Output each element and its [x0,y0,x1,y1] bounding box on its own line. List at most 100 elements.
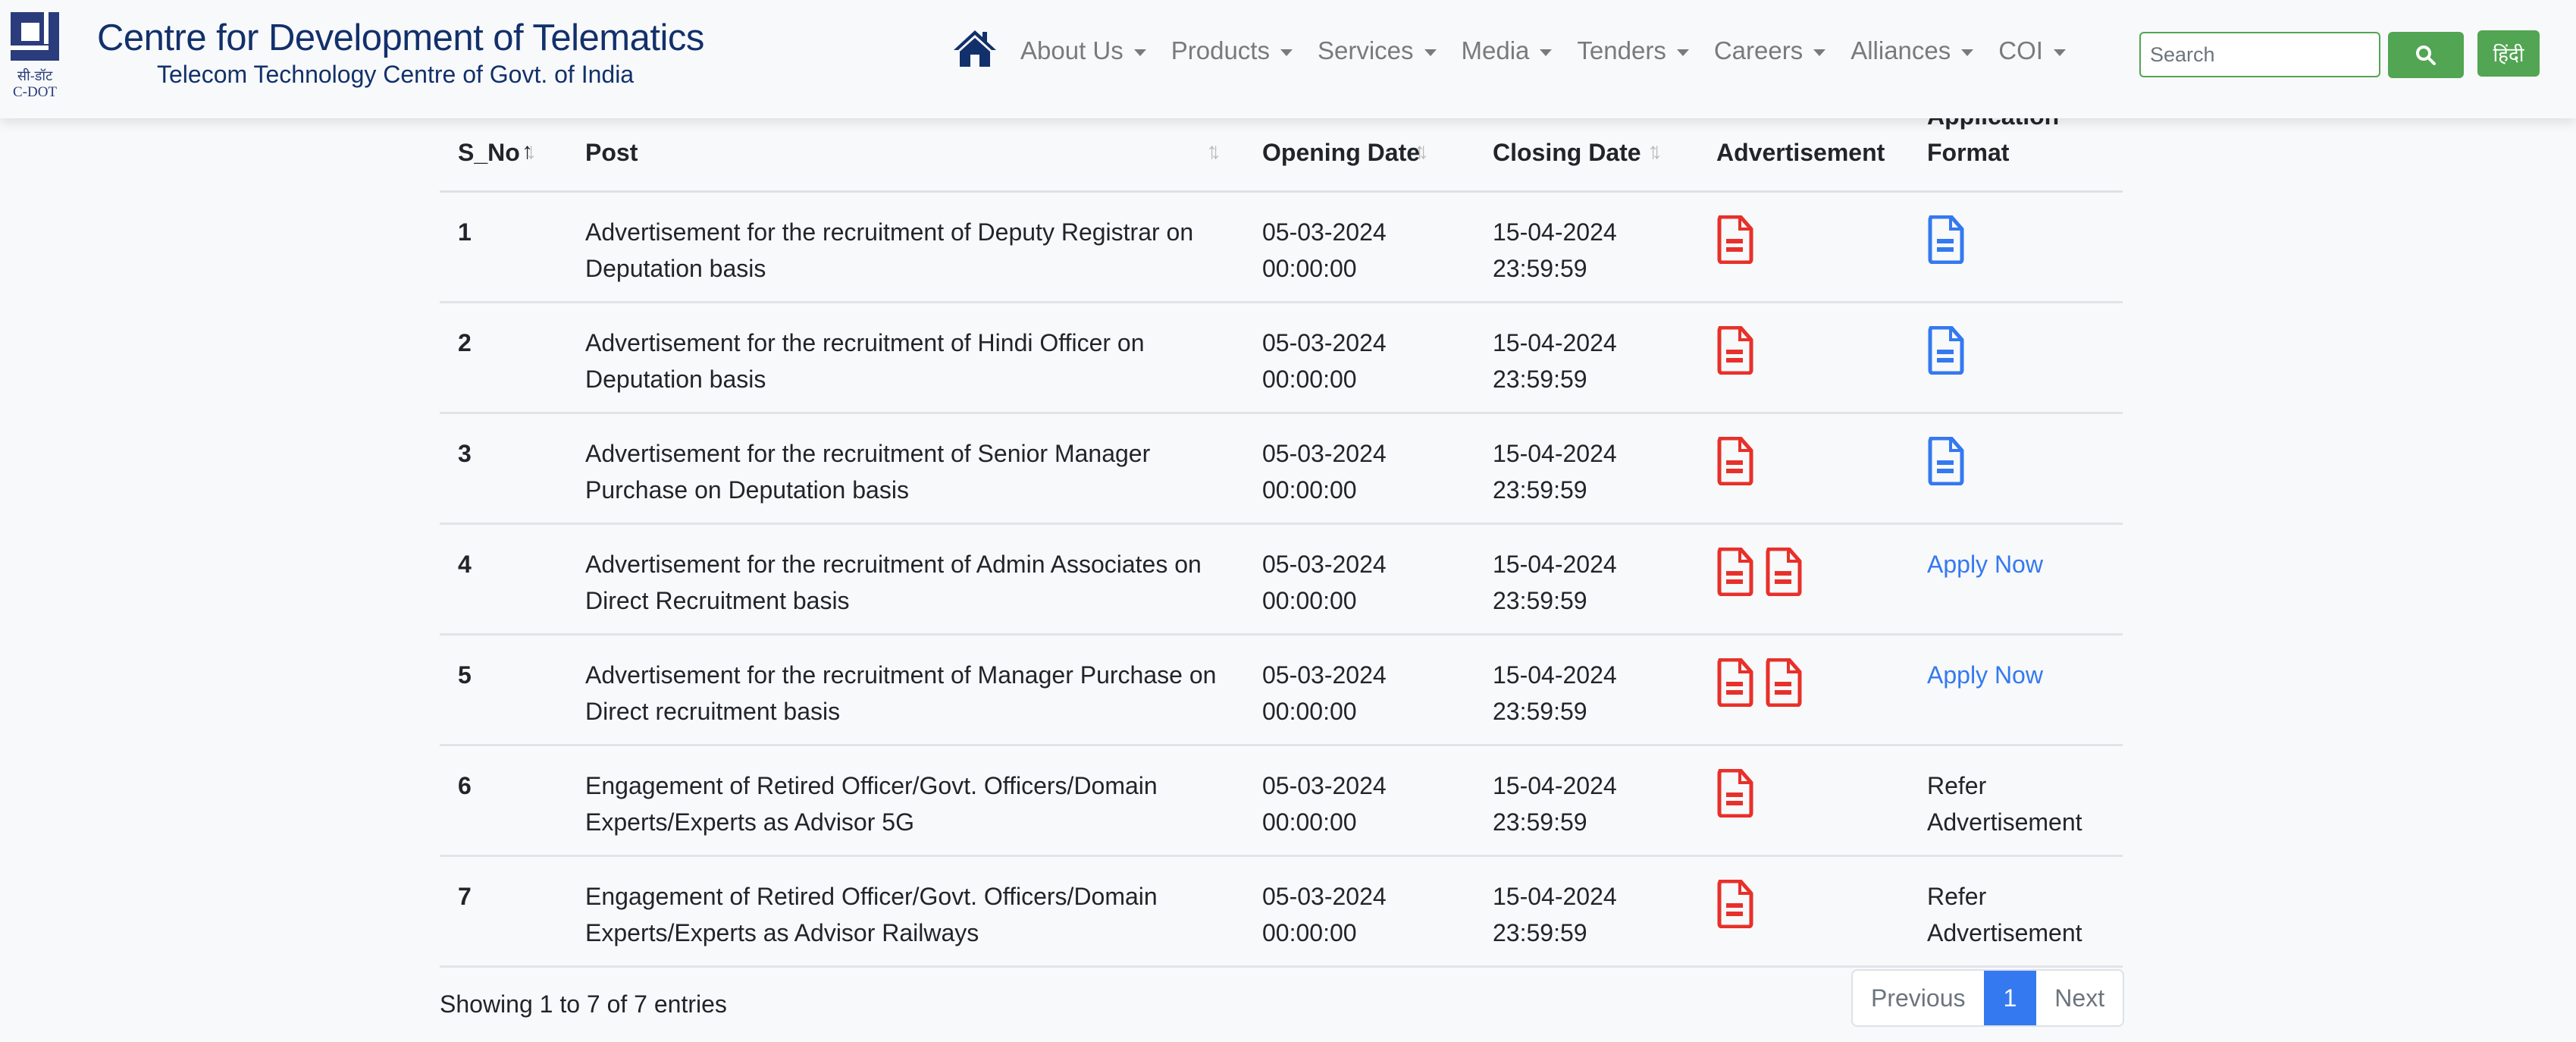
caret-down-icon [1676,49,1689,56]
nav-coi[interactable]: COI [1998,36,2066,65]
pdf-document-icon[interactable] [1716,879,1754,928]
careers-table: S_No ↑↓ Post ↑↓ Opening Date ↑↓ Closing … [440,73,2123,968]
cell-application-format: Refer Advertisement [1909,855,2123,968]
cell-opening-date: 05-03-2024 00:00:00 [1244,302,1474,414]
home-icon[interactable] [952,29,998,67]
table-body: 1 Advertisement for the recruitment of De… [440,191,2123,968]
cell-advertisement [1698,855,1909,968]
cell-sno: 1 [440,191,567,303]
previous-page-button[interactable]: Previous [1853,971,1983,1025]
nav-tenders[interactable]: Tenders [1577,36,1689,65]
nav-media[interactable]: Media [1462,36,1553,65]
table-row: 6 Engagement of Retired Officer/Govt. Off… [440,745,2123,857]
search-button[interactable] [2388,32,2464,78]
cell-closing-date: 15-04-2024 23:59:59 [1474,302,1698,414]
header-label: Opening Date [1262,138,1421,166]
cell-application-format: Apply Now [1909,523,2123,636]
sort-icon: ↑↓ [1206,139,1221,164]
sort-icon: ↑↓ [1647,139,1662,164]
caret-down-icon [1813,49,1826,56]
application-format-document-icon[interactable] [1927,325,1965,375]
nav-alliances[interactable]: Alliances [1851,36,1974,65]
cell-sno: 7 [440,855,567,968]
cdot-logo[interactable]: सी-डॉट C-DOT [9,11,61,100]
cell-sno: 2 [440,302,567,414]
cell-advertisement [1698,413,1909,525]
caret-down-icon [1961,49,1974,56]
table-row: 4 Advertisement for the recruitment of Ad… [440,523,2123,636]
cell-opening-date: 05-03-2024 00:00:00 [1244,745,1474,857]
nav-label: Tenders [1577,36,1666,64]
nav-label: COI [1998,36,2043,64]
logo-english-text: C-DOT [12,84,58,100]
cell-application-format [1909,191,2123,303]
pdf-document-icon[interactable] [1716,215,1754,264]
caret-down-icon [2053,49,2066,56]
nav-careers[interactable]: Careers [1714,36,1826,65]
pagination: Previous 1 Next [1851,969,2125,1027]
cell-closing-date: 15-04-2024 23:59:59 [1474,191,1698,303]
cell-post: Advertisement for the recruitment of Hin… [567,302,1244,414]
apply-now-link[interactable]: Apply Now [1927,661,2043,689]
table-row: 2 Advertisement for the recruitment of Hi… [440,302,2123,414]
cell-sno: 5 [440,634,567,746]
table-row: 3 Advertisement for the recruitment of Se… [440,413,2123,525]
logo-mark [11,12,59,61]
table-row: 1 Advertisement for the recruitment of De… [440,191,2123,303]
cell-post: Engagement of Retired Officer/Govt. Offi… [567,855,1244,968]
header-label: Closing Date [1493,138,1641,166]
table-info: Showing 1 to 7 of 7 entries [440,990,727,1018]
nav-label: About Us [1020,36,1123,64]
header-label: S_No [458,138,520,166]
nav-products[interactable]: Products [1171,36,1293,65]
cell-post: Advertisement for the recruitment of Dep… [567,191,1244,303]
nav-services[interactable]: Services [1318,36,1437,65]
pdf-document-icon[interactable] [1716,436,1754,485]
sort-icon: ↑↓ [522,139,537,164]
cell-advertisement [1698,745,1909,857]
application-format-document-icon[interactable] [1927,436,1965,485]
navbar: सी-डॉट C-DOT Centre for Development of T… [0,0,2576,118]
cell-post: Advertisement for the recruitment of Man… [567,634,1244,746]
main-nav: About Us Products Services Media Tenders… [1020,36,2091,65]
pdf-document-icon[interactable] [1716,768,1754,818]
caret-down-icon [1133,49,1146,56]
cell-post: Advertisement for the recruitment of Adm… [567,523,1244,636]
next-page-button[interactable]: Next [2036,971,2123,1025]
refer-advertisement-text: Refer Advertisement [1927,882,2082,946]
cell-post: Advertisement for the recruitment of Sen… [567,413,1244,525]
pdf-document-icon[interactable] [1765,658,1803,707]
search-input[interactable] [2139,32,2380,77]
cell-application-format: Apply Now [1909,634,2123,746]
cell-closing-date: 15-04-2024 23:59:59 [1474,413,1698,525]
page-1-button[interactable]: 1 [1983,971,2037,1025]
application-format-document-icon[interactable] [1927,215,1965,264]
search-icon [2416,45,2436,65]
cell-sno: 6 [440,745,567,857]
logo-hindi-text: सी-डॉट [17,68,53,84]
cell-opening-date: 05-03-2024 00:00:00 [1244,634,1474,746]
hindi-language-button[interactable]: हिंदी [2477,30,2540,77]
cell-closing-date: 15-04-2024 23:59:59 [1474,634,1698,746]
cell-closing-date: 15-04-2024 23:59:59 [1474,745,1698,857]
cell-opening-date: 05-03-2024 00:00:00 [1244,523,1474,636]
pdf-document-icon[interactable] [1716,658,1754,707]
table-row: 7 Engagement of Retired Officer/Govt. Off… [440,855,2123,968]
nav-about-us[interactable]: About Us [1020,36,1146,65]
cell-advertisement [1698,634,1909,746]
refer-advertisement-text: Refer Advertisement [1927,771,2082,836]
cell-advertisement [1698,523,1909,636]
apply-now-link[interactable]: Apply Now [1927,551,2043,578]
pdf-document-icon[interactable] [1716,547,1754,596]
cell-application-format [1909,413,2123,525]
nav-label: Services [1317,36,1414,64]
caret-down-icon [1280,49,1293,56]
pdf-document-icon[interactable] [1716,325,1754,375]
table-row: 5 Advertisement for the recruitment of Ma… [440,634,2123,746]
cell-closing-date: 15-04-2024 23:59:59 [1474,523,1698,636]
site-subtitle: Telecom Technology Centre of Govt. of In… [157,61,635,88]
header-label: Advertisement [1716,138,1885,166]
pdf-document-icon[interactable] [1765,547,1803,596]
site-title[interactable]: Centre for Development of Telematics [97,17,704,59]
cell-sno: 4 [440,523,567,636]
